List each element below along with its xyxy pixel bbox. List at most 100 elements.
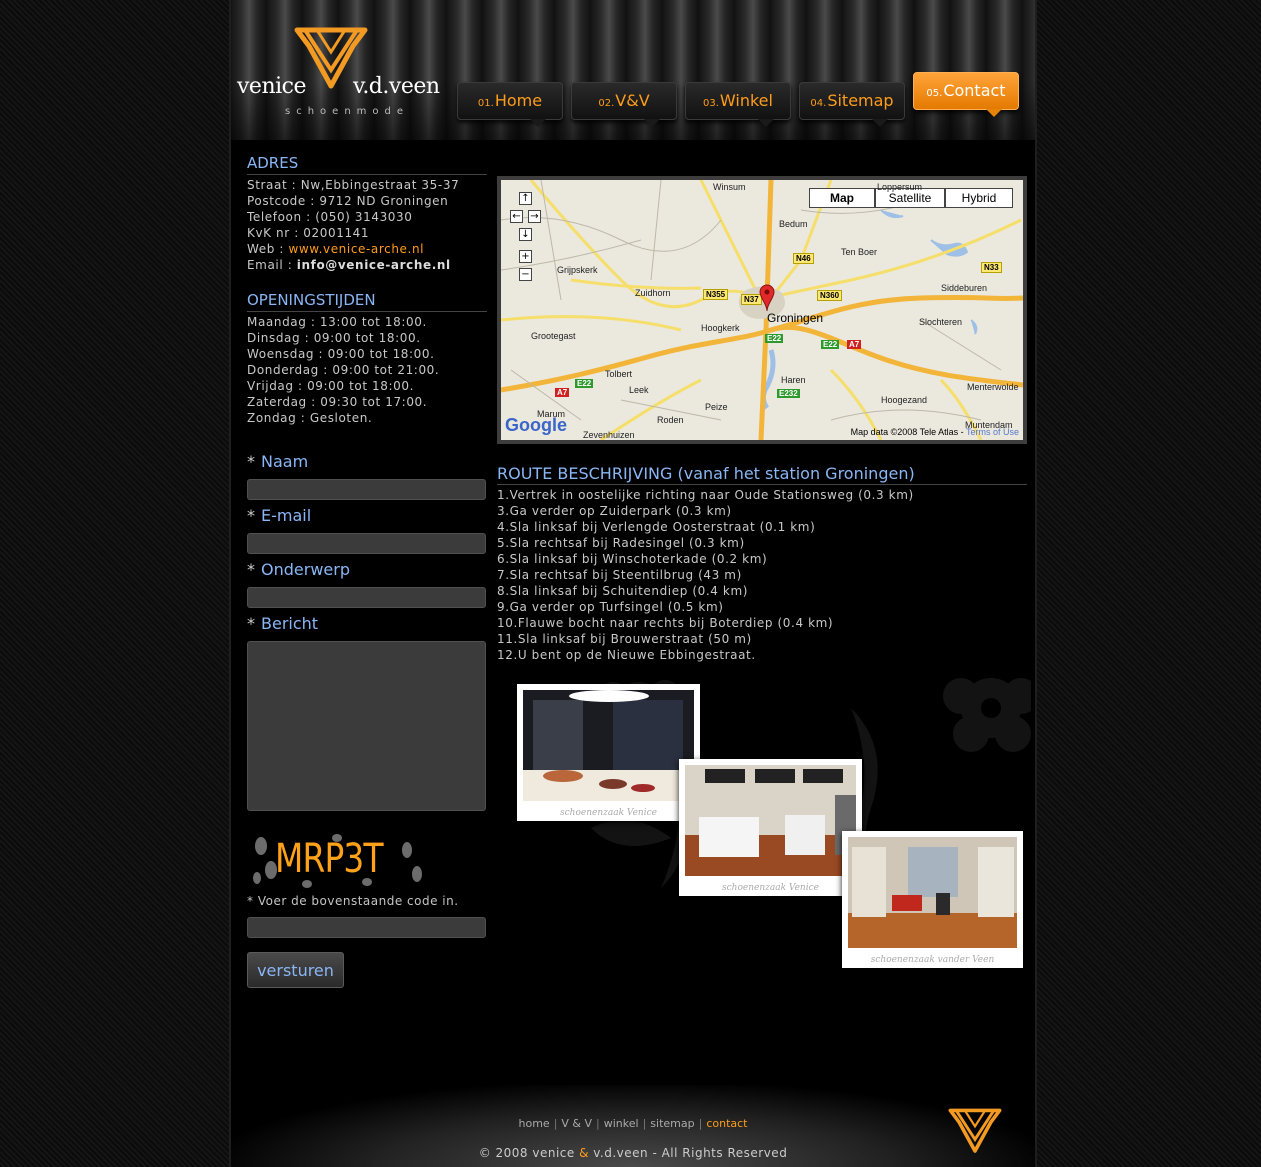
place-label: Hoogezand [881, 395, 928, 405]
nav-number: 01. [477, 98, 494, 109]
map-attribution: Map data ©2008 Tele Atlas - Terms of Use [850, 427, 1019, 437]
footer-link-sitemap[interactable]: sitemap [650, 1117, 694, 1130]
google-map[interactable]: ↑ ← → ↓ + − Map Satellite Hybrid Winsum … [501, 180, 1023, 440]
place-label: Grootegast [531, 331, 576, 341]
email-field[interactable] [247, 533, 486, 554]
page-wrapper: venice v.d.veen schoenmode 01.Home 02.V&… [229, 0, 1037, 1167]
email-link[interactable]: info@venice-arche.nl [297, 258, 451, 272]
road-shield: E22 [821, 340, 840, 349]
nav-label: V&V [615, 91, 650, 110]
naam-field[interactable] [247, 479, 486, 500]
place-label: Hoogkerk [701, 323, 740, 333]
captcha-note: * Voer de bovenstaande code in. [247, 894, 459, 908]
route-step: 4.Sla linksaf bij Verlengde Oosterstraat… [497, 520, 816, 534]
address-web: Web : www.venice-arche.nl [247, 242, 425, 256]
nav-winkel[interactable]: 03.Winkel [685, 82, 791, 127]
store-photo-3[interactable]: schoenenzaak vander Veen [842, 831, 1023, 968]
brand-tagline: schoenmode [285, 106, 410, 117]
address-postcode: Postcode : 9712 ND Groningen [247, 194, 449, 208]
road-shield: E22 [765, 334, 784, 343]
hours-line: Zaterdag : 09:30 tot 17:00. [247, 395, 428, 409]
map-marker-icon[interactable] [759, 284, 775, 312]
shop-interior-image [685, 765, 856, 876]
zoom-in-icon[interactable]: + [519, 250, 532, 263]
nav-label: Contact [943, 81, 1006, 100]
route-step: 3.Ga verder op Zuiderpark (0.3 km) [497, 504, 732, 518]
nav-number: 05. [926, 88, 943, 99]
footer-link-home[interactable]: home [519, 1117, 550, 1130]
route-step: 9.Ga verder op Turfsingel (0.5 km) [497, 600, 724, 614]
pan-up-icon[interactable]: ↑ [519, 192, 532, 205]
footer-nav: home | V & V | winkel | sitemap | contact [518, 1117, 748, 1130]
map-type-hybrid[interactable]: Hybrid [945, 188, 1013, 208]
place-label-groningen: Groningen [767, 311, 824, 325]
address-email: Email : info@venice-arche.nl [247, 258, 451, 272]
place-label: Zevenhuizen [583, 430, 635, 440]
nav-number: 02. [598, 98, 615, 109]
site-logo[interactable]: venice v.d.veen schoenmode [235, 24, 450, 124]
nav-contact[interactable]: 05.Contact [913, 72, 1019, 117]
terms-link[interactable]: Terms of Use [966, 427, 1019, 437]
map-frame: ↑ ← → ↓ + − Map Satellite Hybrid Winsum … [497, 176, 1027, 444]
place-label: Bedum [779, 219, 808, 229]
place-label: Ten Boer [841, 247, 878, 257]
nav-vv[interactable]: 02.V&V [571, 82, 677, 127]
road-shield: E22 [575, 379, 594, 388]
nav-sitemap[interactable]: 04.Sitemap [799, 82, 905, 127]
web-link[interactable]: www.venice-arche.nl [288, 242, 424, 256]
place-label: Haren [781, 375, 806, 385]
pan-right-icon[interactable]: → [528, 210, 541, 223]
shop-interior-image [848, 837, 1017, 948]
store-photo-2[interactable]: schoenenzaak Venice [679, 759, 862, 896]
hours-line: Dinsdag : 09:00 tot 18:00. [247, 331, 421, 345]
address-phone: Telefoon : (050) 3143030 [247, 210, 413, 224]
zoom-out-icon[interactable]: − [519, 268, 532, 281]
nav-home[interactable]: 01.Home [457, 82, 563, 127]
google-logo[interactable]: Google [505, 415, 567, 436]
footer-link-winkel[interactable]: winkel [604, 1117, 639, 1130]
route-step: 1.Vertrek in oostelijke richting naar Ou… [497, 488, 914, 502]
route-step: 6.Sla linksaf bij Winschoterkade (0.2 km… [497, 552, 768, 566]
nav-label: Home [494, 91, 543, 110]
place-label: Tolbert [605, 369, 633, 379]
header: venice v.d.veen schoenmode 01.Home 02.V&… [231, 0, 1035, 140]
road-shield: N360 [817, 290, 843, 301]
hours-line: Zondag : Gesloten. [247, 411, 373, 425]
road-shield: E232 [777, 389, 800, 398]
copyright: © 2008 venice & v.d.veen - All Rights Re… [478, 1146, 788, 1160]
road-shield: A7 [847, 340, 862, 349]
email-label: * E-mail [247, 506, 312, 525]
submit-button[interactable]: versturen [247, 952, 344, 988]
footer-link-contact[interactable]: contact [706, 1117, 747, 1130]
hours-line: Donderdag : 09:00 tot 21:00. [247, 363, 440, 377]
place-label: Leek [629, 385, 649, 395]
brand-name-left: venice [237, 74, 307, 99]
naam-label: * Naam [247, 452, 309, 471]
bericht-label: * Bericht [247, 614, 319, 633]
nav-number: 04. [810, 98, 827, 109]
map-type-map[interactable]: Map [809, 188, 875, 208]
address-kvk: KvK nr : 02001141 [247, 226, 370, 240]
place-label: Zuidhorn [635, 288, 671, 298]
place-label: Grijpskerk [557, 265, 598, 275]
route-title: ROUTE BESCHRIJVING (vanaf het station Gr… [497, 464, 1027, 485]
road-shield: N355 [703, 289, 729, 300]
hours-line: Woensdag : 09:00 tot 18:00. [247, 347, 435, 361]
onderwerp-label: * Onderwerp [247, 560, 350, 579]
nav-label: Sitemap [827, 91, 894, 110]
route-step: 10.Flauwe bocht naar rechts bij Boterdie… [497, 616, 834, 630]
place-label: Winsum [713, 182, 746, 192]
photo-caption: schoenenzaak vander Veen [870, 955, 995, 965]
onderwerp-field[interactable] [247, 587, 486, 608]
store-photo-1[interactable]: schoenenzaak Venice [517, 684, 700, 821]
route-step: 8.Sla linksaf bij Schuitendiep (0.4 km) [497, 584, 749, 598]
pan-down-icon[interactable]: ↓ [519, 228, 532, 241]
bericht-field[interactable] [247, 641, 486, 811]
pan-left-icon[interactable]: ← [510, 210, 523, 223]
captcha-field[interactable] [247, 917, 486, 938]
road-shield: A7 [555, 388, 570, 397]
route-step: 11.Sla linksaf bij Brouwerstraat (50 m) [497, 632, 752, 646]
footer-link-vv[interactable]: V & V [561, 1117, 592, 1130]
place-label: Siddeburen [941, 283, 988, 293]
footer-logo-icon [948, 1108, 1002, 1153]
